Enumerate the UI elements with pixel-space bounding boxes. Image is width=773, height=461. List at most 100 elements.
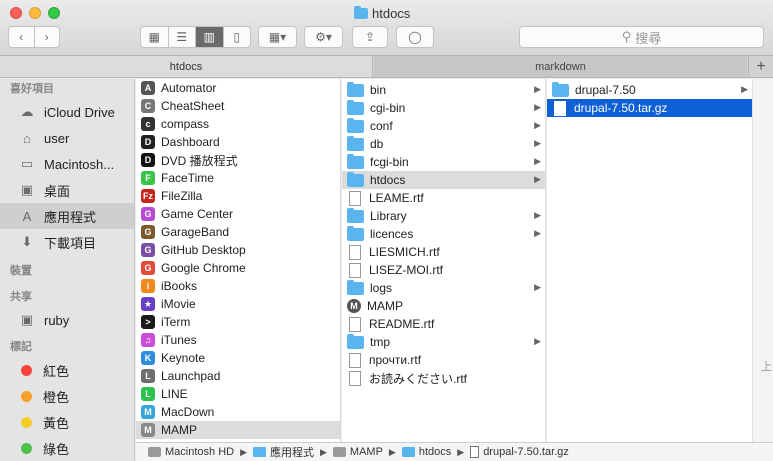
- folder-icon: [347, 135, 364, 151]
- path-item[interactable]: 應用程式: [253, 444, 314, 460]
- sidebar-item-ruby[interactable]: ▣ ruby: [0, 307, 134, 333]
- title-bar: htdocs ‹ › ▦ ☰ ▥ ▯ ▦▾ ⚙▾ ⇪ ◯ ⚲ 搜尋: [0, 0, 773, 56]
- list-item[interactable]: L Launchpad: [136, 367, 340, 385]
- arrange-button[interactable]: ▦▾: [258, 26, 297, 48]
- path-item[interactable]: MAMP: [332, 446, 383, 458]
- sidebar-item-macintosh[interactable]: ▭ Macintosh...: [0, 151, 134, 177]
- sidebar-tag-orange[interactable]: 橙色: [0, 383, 134, 409]
- arrange-icon: ▦▾: [268, 30, 287, 44]
- list-item[interactable]: LEAME.rtf: [342, 189, 545, 207]
- list-item[interactable]: G GitHub Desktop: [136, 241, 340, 259]
- list-item[interactable]: i iBooks: [136, 277, 340, 295]
- tab-markdown[interactable]: markdown: [374, 56, 747, 77]
- action-button[interactable]: ⚙▾: [304, 26, 343, 48]
- coverflow-view-button[interactable]: ▯: [224, 27, 251, 47]
- list-item[interactable]: Library ▶: [342, 207, 545, 225]
- chevron-right-icon: ▶: [534, 120, 541, 130]
- app-icon: >: [141, 315, 155, 329]
- list-item[interactable]: M MAMP: [342, 297, 545, 315]
- list-item[interactable]: M MacDown: [136, 403, 340, 421]
- list-item[interactable]: logs ▶: [342, 279, 545, 297]
- sidebar-tag-red[interactable]: 紅色: [0, 357, 134, 383]
- list-item-label: README.rtf: [369, 317, 435, 331]
- sidebar-item-user[interactable]: ⌂ user: [0, 125, 134, 151]
- share-button[interactable]: ⇪: [352, 26, 388, 48]
- list-item[interactable]: F FaceTime: [136, 169, 340, 187]
- yellow-tag-dot: [21, 416, 32, 428]
- sidebar-item-desktop[interactable]: ▣ 桌面: [0, 177, 134, 203]
- list-item[interactable]: drupal-7.50.tar.gz: [547, 99, 752, 117]
- list-item[interactable]: Fz FileZilla: [136, 187, 340, 205]
- back-button[interactable]: ‹: [9, 27, 35, 47]
- minimize-button[interactable]: [29, 7, 41, 19]
- sidebar-item-downloads[interactable]: ⬇ 下載項目: [0, 229, 134, 255]
- list-item[interactable]: drupal-7.50 ▶: [547, 81, 752, 99]
- columns-icon: ▥: [203, 30, 215, 44]
- sidebar-item-applications[interactable]: A 應用程式: [0, 203, 134, 229]
- list-item[interactable]: K Keynote: [136, 349, 340, 367]
- document-icon: [349, 262, 361, 278]
- list-item[interactable]: A Automator: [136, 79, 340, 97]
- list-item-label: iMovie: [161, 297, 196, 311]
- list-item[interactable]: db ▶: [342, 135, 545, 153]
- sidebar-tag-yellow[interactable]: 黃色: [0, 409, 134, 435]
- list-item[interactable]: conf ▶: [342, 117, 545, 135]
- list-item[interactable]: прочти.rtf: [342, 351, 545, 369]
- zoom-button[interactable]: [48, 7, 60, 19]
- document-icon: [349, 244, 361, 260]
- folder-icon: [354, 5, 368, 19]
- app-icon: A: [141, 81, 155, 95]
- list-item[interactable]: LIESMICH.rtf: [342, 243, 545, 261]
- list-item[interactable]: cgi-bin ▶: [342, 99, 545, 117]
- path-item-label: htdocs: [418, 446, 452, 458]
- list-item[interactable]: ★ iMovie: [136, 295, 340, 313]
- app-icon: L: [141, 369, 155, 383]
- column-scroll-area[interactable]: [752, 79, 773, 442]
- sidebar-item-label: 黃色: [43, 415, 70, 431]
- folder-icon: [347, 225, 364, 241]
- list-item-label: FaceTime: [161, 171, 214, 185]
- path-item[interactable]: htdocs: [401, 446, 452, 458]
- path-item[interactable]: Macintosh HD: [148, 446, 234, 458]
- close-button[interactable]: [10, 7, 22, 19]
- list-item[interactable]: README.rtf: [342, 315, 545, 333]
- list-item[interactable]: G GarageBand: [136, 223, 340, 241]
- sidebar-tag-green[interactable]: 綠色: [0, 435, 134, 461]
- list-item[interactable]: licences ▶: [342, 225, 545, 243]
- tags-button[interactable]: ◯: [396, 26, 434, 48]
- list-item[interactable]: L LINE: [136, 385, 340, 403]
- search-field[interactable]: ⚲ 搜尋: [519, 26, 764, 48]
- sidebar-item-label: ruby: [44, 312, 70, 328]
- app-icon: D: [141, 135, 155, 149]
- list-item[interactable]: D DVD 播放程式: [136, 151, 340, 169]
- folder-icon: [253, 447, 266, 457]
- list-item[interactable]: bin ▶: [342, 81, 545, 99]
- sidebar-item-label: 下載項目: [44, 235, 97, 251]
- forward-button[interactable]: ›: [35, 27, 60, 47]
- icon-view-button[interactable]: ▦: [141, 27, 169, 47]
- list-item[interactable]: fcgi-bin ▶: [342, 153, 545, 171]
- list-item[interactable]: お読みください.rtf: [342, 369, 545, 387]
- sidebar-item-icloud[interactable]: ☁ iCloud Drive: [0, 99, 134, 125]
- list-item[interactable]: tmp ▶: [342, 333, 545, 351]
- new-tab-button[interactable]: +: [748, 56, 773, 77]
- list-item[interactable]: > iTerm: [136, 313, 340, 331]
- list-item[interactable]: C CheatSheet: [136, 97, 340, 115]
- list-item[interactable]: c compass: [136, 115, 340, 133]
- tab-htdocs[interactable]: htdocs: [0, 56, 373, 77]
- list-view-button[interactable]: ☰: [169, 27, 196, 47]
- computer-icon: ▣: [20, 312, 34, 327]
- path-item[interactable]: drupal-7.50.tar.gz: [470, 446, 569, 458]
- list-item[interactable]: htdocs ▶: [342, 171, 545, 189]
- list-item[interactable]: ♫ iTunes: [136, 331, 340, 349]
- search-icon: ⚲: [621, 29, 632, 44]
- list-item[interactable]: M MAMP: [136, 421, 340, 439]
- list-item[interactable]: D Dashboard: [136, 133, 340, 151]
- list-item[interactable]: LISEZ-MOI.rtf: [342, 261, 545, 279]
- sidebar-item-label: Macintosh...: [44, 156, 115, 172]
- list-item[interactable]: G Game Center: [136, 205, 340, 223]
- column-view-button[interactable]: ▥: [196, 27, 224, 47]
- share-icon: ⇪: [364, 30, 376, 44]
- list-item[interactable]: G Google Chrome: [136, 259, 340, 277]
- back-forward-control: ‹ ›: [8, 26, 60, 48]
